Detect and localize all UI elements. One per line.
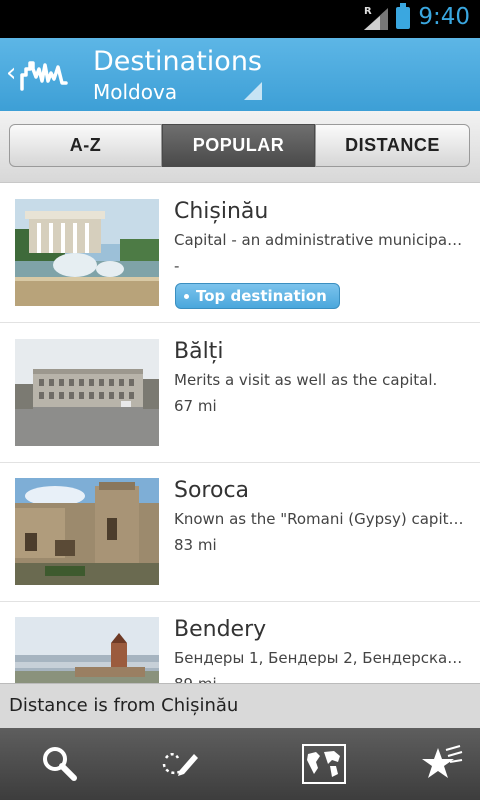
destination-name: Chișinău xyxy=(174,199,269,224)
top-destination-badge: Top destination xyxy=(175,283,340,309)
destination-photo xyxy=(15,478,159,585)
trip-planner-button[interactable] xyxy=(120,728,240,800)
destination-distance: 89 mi xyxy=(174,675,217,683)
world-map-icon xyxy=(302,744,346,784)
dropdown-corner-icon[interactable] xyxy=(244,82,262,100)
destination-name: Bălți xyxy=(174,339,224,364)
destination-distance: - xyxy=(174,257,180,275)
bottom-action-bar xyxy=(0,728,480,800)
tab-popular[interactable]: POPULAR xyxy=(162,124,315,167)
status-bar: R 9:40 xyxy=(0,0,480,38)
list-item[interactable]: Bendery Бендеры 1, Бендеры 2, Бендерская… xyxy=(0,601,480,683)
list-item[interactable]: Bălți Merits a visit as well as the capi… xyxy=(0,323,480,463)
list-item[interactable]: Soroca Known as the "Romani (Gypsy) capi… xyxy=(0,462,480,602)
pencil-route-icon xyxy=(162,753,198,776)
destination-name: Soroca xyxy=(174,478,250,503)
distance-note: Distance is from Chișinău xyxy=(0,683,480,729)
destination-photo xyxy=(15,339,159,446)
destination-description: Capital - an administrative municipality xyxy=(174,231,464,249)
destination-list: Chișinău Capital - an administrative mun… xyxy=(0,183,480,683)
battery-icon xyxy=(396,3,410,29)
list-item[interactable]: Chișinău Capital - an administrative mun… xyxy=(0,183,480,323)
destination-name: Bendery xyxy=(174,617,267,642)
search-button[interactable] xyxy=(0,728,120,800)
map-button[interactable] xyxy=(262,728,382,800)
destination-description: Бендеры 1, Бендеры 2, Бендерская крепост… xyxy=(174,649,464,667)
tab-distance[interactable]: DISTANCE xyxy=(315,124,470,167)
roaming-indicator: R xyxy=(364,6,372,17)
sort-tabs: A-Z POPULAR DISTANCE xyxy=(0,111,480,183)
destination-distance: 67 mi xyxy=(174,397,217,415)
destination-description: Known as the "Romani (Gypsy) capital" xyxy=(174,510,464,528)
destination-photo xyxy=(15,199,159,306)
tab-a-z[interactable]: A-Z xyxy=(9,124,162,167)
app-logo-icon[interactable] xyxy=(20,55,70,95)
distance-note-text: Distance is from Chișinău xyxy=(9,695,239,716)
star-icon xyxy=(422,745,463,778)
destination-distance: 83 mi xyxy=(174,536,217,554)
app-bar: ‹ Destinations Moldova xyxy=(0,38,480,111)
destination-description: Merits a visit as well as the capital. xyxy=(174,371,438,389)
back-chevron-icon[interactable]: ‹ xyxy=(6,60,16,86)
region-selector[interactable]: Moldova xyxy=(93,80,177,104)
favorites-button[interactable] xyxy=(380,728,480,800)
status-time: 9:40 xyxy=(418,4,470,30)
destination-photo xyxy=(15,617,159,683)
search-icon xyxy=(43,747,77,781)
badge-dot-icon xyxy=(184,294,189,299)
page-title: Destinations xyxy=(93,46,263,77)
